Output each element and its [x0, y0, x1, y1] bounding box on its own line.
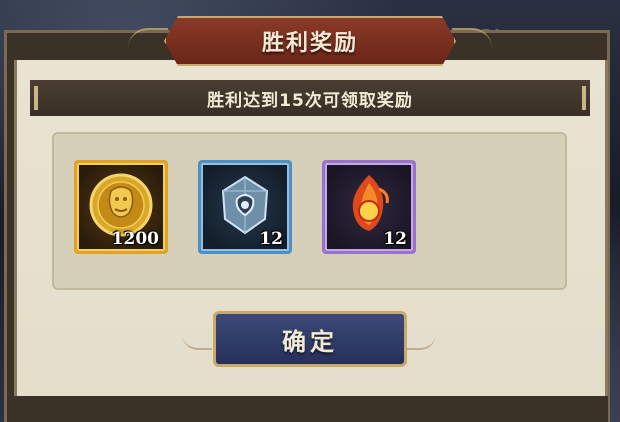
reward-condition-text: 胜利达到15次可领取奖励 — [207, 90, 413, 111]
dialog-bottom-border — [14, 396, 608, 422]
title-banner: 胜利奖励 — [164, 16, 456, 66]
confirm-button[interactable]: 确定 — [213, 311, 407, 367]
reward-item-gold[interactable]: 1200 — [74, 160, 168, 254]
reward-item-fire-orb[interactable]: 12 — [322, 160, 416, 254]
reward-quantity: 12 — [383, 229, 407, 249]
reward-quantity: 12 — [259, 229, 283, 249]
reward-quantity: 1200 — [111, 229, 159, 249]
title-ornament-left — [128, 28, 168, 54]
subtitle-strip: 胜利达到15次可领取奖励 — [30, 80, 590, 116]
confirm-button-label: 确定 — [282, 327, 338, 356]
reward-item-crystal[interactable]: 12 — [198, 160, 292, 254]
dialog-title: 胜利奖励 — [261, 31, 358, 56]
